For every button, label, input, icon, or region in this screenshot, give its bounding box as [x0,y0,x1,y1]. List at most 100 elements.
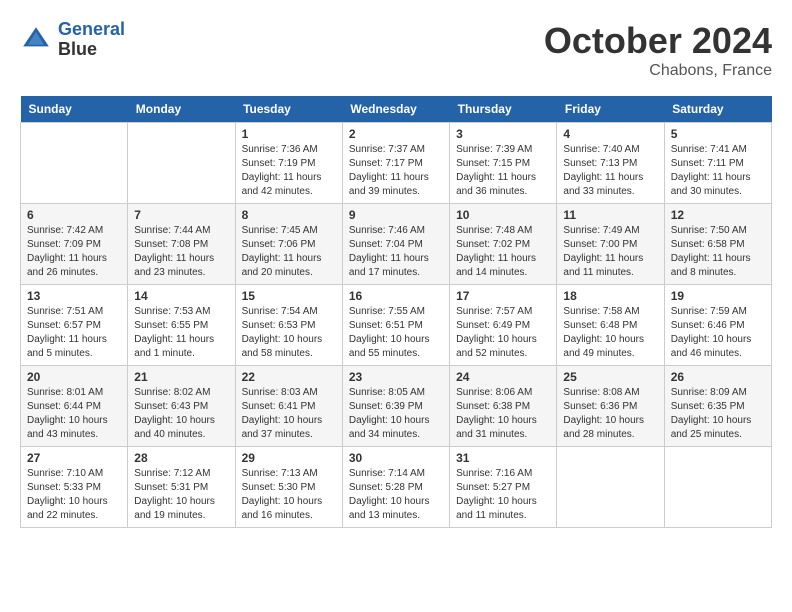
calendar-week-1: 1 Sunrise: 7:36 AM Sunset: 7:19 PM Daylig… [21,123,772,204]
day-info: Sunrise: 7:40 AM Sunset: 7:13 PM Dayligh… [563,143,657,199]
calendar-cell: 12 Sunrise: 7:50 AM Sunset: 6:58 PM Dayli… [664,204,771,285]
calendar-cell: 1 Sunrise: 7:36 AM Sunset: 7:19 PM Daylig… [235,123,342,204]
day-number: 30 [349,451,443,465]
calendar-cell: 21 Sunrise: 8:02 AM Sunset: 6:43 PM Dayli… [128,366,235,447]
calendar-cell: 29 Sunrise: 7:13 AM Sunset: 5:30 PM Dayli… [235,447,342,528]
day-number: 31 [456,451,550,465]
day-number: 27 [27,451,121,465]
day-number: 18 [563,289,657,303]
calendar-cell: 6 Sunrise: 7:42 AM Sunset: 7:09 PM Daylig… [21,204,128,285]
day-info: Sunrise: 7:55 AM Sunset: 6:51 PM Dayligh… [349,305,443,361]
day-info: Sunrise: 8:01 AM Sunset: 6:44 PM Dayligh… [27,386,121,442]
day-info: Sunrise: 7:44 AM Sunset: 7:08 PM Dayligh… [134,224,228,280]
day-info: Sunrise: 7:51 AM Sunset: 6:57 PM Dayligh… [27,305,121,361]
day-number: 25 [563,370,657,384]
calendar-week-5: 27 Sunrise: 7:10 AM Sunset: 5:33 PM Dayli… [21,447,772,528]
day-info: Sunrise: 8:06 AM Sunset: 6:38 PM Dayligh… [456,386,550,442]
day-number: 14 [134,289,228,303]
day-info: Sunrise: 7:36 AM Sunset: 7:19 PM Dayligh… [242,143,336,199]
day-number: 29 [242,451,336,465]
calendar-cell: 31 Sunrise: 7:16 AM Sunset: 5:27 PM Dayli… [450,447,557,528]
weekday-header-tuesday: Tuesday [235,96,342,123]
day-info: Sunrise: 7:58 AM Sunset: 6:48 PM Dayligh… [563,305,657,361]
day-number: 23 [349,370,443,384]
day-number: 24 [456,370,550,384]
day-info: Sunrise: 7:13 AM Sunset: 5:30 PM Dayligh… [242,467,336,523]
day-info: Sunrise: 7:42 AM Sunset: 7:09 PM Dayligh… [27,224,121,280]
calendar-cell: 2 Sunrise: 7:37 AM Sunset: 7:17 PM Daylig… [342,123,449,204]
day-number: 12 [671,208,765,222]
calendar-cell: 10 Sunrise: 7:48 AM Sunset: 7:02 PM Dayli… [450,204,557,285]
weekday-header-saturday: Saturday [664,96,771,123]
day-info: Sunrise: 8:02 AM Sunset: 6:43 PM Dayligh… [134,386,228,442]
weekday-header-wednesday: Wednesday [342,96,449,123]
calendar-cell [21,123,128,204]
day-info: Sunrise: 8:08 AM Sunset: 6:36 PM Dayligh… [563,386,657,442]
calendar-cell: 3 Sunrise: 7:39 AM Sunset: 7:15 PM Daylig… [450,123,557,204]
day-info: Sunrise: 7:37 AM Sunset: 7:17 PM Dayligh… [349,143,443,199]
weekday-header-row: SundayMondayTuesdayWednesdayThursdayFrid… [21,96,772,123]
weekday-header-monday: Monday [128,96,235,123]
calendar-cell: 22 Sunrise: 8:03 AM Sunset: 6:41 PM Dayli… [235,366,342,447]
day-info: Sunrise: 7:10 AM Sunset: 5:33 PM Dayligh… [27,467,121,523]
calendar-week-3: 13 Sunrise: 7:51 AM Sunset: 6:57 PM Dayli… [21,285,772,366]
weekday-header-thursday: Thursday [450,96,557,123]
calendar-cell: 28 Sunrise: 7:12 AM Sunset: 5:31 PM Dayli… [128,447,235,528]
day-number: 17 [456,289,550,303]
day-number: 10 [456,208,550,222]
calendar-cell: 14 Sunrise: 7:53 AM Sunset: 6:55 PM Dayli… [128,285,235,366]
calendar-cell: 20 Sunrise: 8:01 AM Sunset: 6:44 PM Dayli… [21,366,128,447]
calendar-cell [664,447,771,528]
day-info: Sunrise: 7:39 AM Sunset: 7:15 PM Dayligh… [456,143,550,199]
day-number: 2 [349,127,443,141]
day-info: Sunrise: 7:16 AM Sunset: 5:27 PM Dayligh… [456,467,550,523]
calendar-cell: 23 Sunrise: 8:05 AM Sunset: 6:39 PM Dayli… [342,366,449,447]
day-number: 26 [671,370,765,384]
calendar-cell: 13 Sunrise: 7:51 AM Sunset: 6:57 PM Dayli… [21,285,128,366]
day-info: Sunrise: 7:12 AM Sunset: 5:31 PM Dayligh… [134,467,228,523]
day-number: 3 [456,127,550,141]
day-info: Sunrise: 8:09 AM Sunset: 6:35 PM Dayligh… [671,386,765,442]
day-info: Sunrise: 8:05 AM Sunset: 6:39 PM Dayligh… [349,386,443,442]
calendar-cell: 25 Sunrise: 8:08 AM Sunset: 6:36 PM Dayli… [557,366,664,447]
calendar-cell: 4 Sunrise: 7:40 AM Sunset: 7:13 PM Daylig… [557,123,664,204]
calendar-cell: 9 Sunrise: 7:46 AM Sunset: 7:04 PM Daylig… [342,204,449,285]
calendar-cell [128,123,235,204]
day-number: 19 [671,289,765,303]
month-title: October 2024 Chabons, France [544,20,772,80]
day-number: 6 [27,208,121,222]
day-number: 15 [242,289,336,303]
calendar-cell: 15 Sunrise: 7:54 AM Sunset: 6:53 PM Dayli… [235,285,342,366]
day-info: Sunrise: 7:46 AM Sunset: 7:04 PM Dayligh… [349,224,443,280]
calendar-cell: 8Sunrise: 7:45 AM Sunset: 7:06 PM Daylig… [235,204,342,285]
day-info: Sunrise: 7:53 AM Sunset: 6:55 PM Dayligh… [134,305,228,361]
calendar-cell: 26 Sunrise: 8:09 AM Sunset: 6:35 PM Dayli… [664,366,771,447]
day-number: 22 [242,370,336,384]
day-number: 28 [134,451,228,465]
day-info: Sunrise: 7:48 AM Sunset: 7:02 PM Dayligh… [456,224,550,280]
day-info: Sunrise: 7:57 AM Sunset: 6:49 PM Dayligh… [456,305,550,361]
day-number: 8 [242,208,336,222]
logo: General Blue [20,20,125,60]
day-number: 20 [27,370,121,384]
weekday-header-friday: Friday [557,96,664,123]
day-info: Sunrise: 7:50 AM Sunset: 6:58 PM Dayligh… [671,224,765,280]
day-info: Sunrise: 8:03 AM Sunset: 6:41 PM Dayligh… [242,386,336,442]
calendar-cell: 27 Sunrise: 7:10 AM Sunset: 5:33 PM Dayli… [21,447,128,528]
day-info: Sunrise: 7:59 AM Sunset: 6:46 PM Dayligh… [671,305,765,361]
day-info: Sunrise: 7:54 AM Sunset: 6:53 PM Dayligh… [242,305,336,361]
day-number: 5 [671,127,765,141]
day-number: 21 [134,370,228,384]
calendar-cell: 18 Sunrise: 7:58 AM Sunset: 6:48 PM Dayli… [557,285,664,366]
calendar-cell: 7Sunrise: 7:44 AM Sunset: 7:08 PM Daylig… [128,204,235,285]
calendar-week-4: 20 Sunrise: 8:01 AM Sunset: 6:44 PM Dayli… [21,366,772,447]
day-number: 13 [27,289,121,303]
calendar-cell: 11Sunrise: 7:49 AM Sunset: 7:00 PM Dayli… [557,204,664,285]
day-number: 4 [563,127,657,141]
calendar-body: 1 Sunrise: 7:36 AM Sunset: 7:19 PM Daylig… [21,123,772,528]
day-number: 16 [349,289,443,303]
calendar-cell: 5Sunrise: 7:41 AM Sunset: 7:11 PM Daylig… [664,123,771,204]
day-number: 1 [242,127,336,141]
day-number: 9 [349,208,443,222]
calendar-week-2: 6 Sunrise: 7:42 AM Sunset: 7:09 PM Daylig… [21,204,772,285]
